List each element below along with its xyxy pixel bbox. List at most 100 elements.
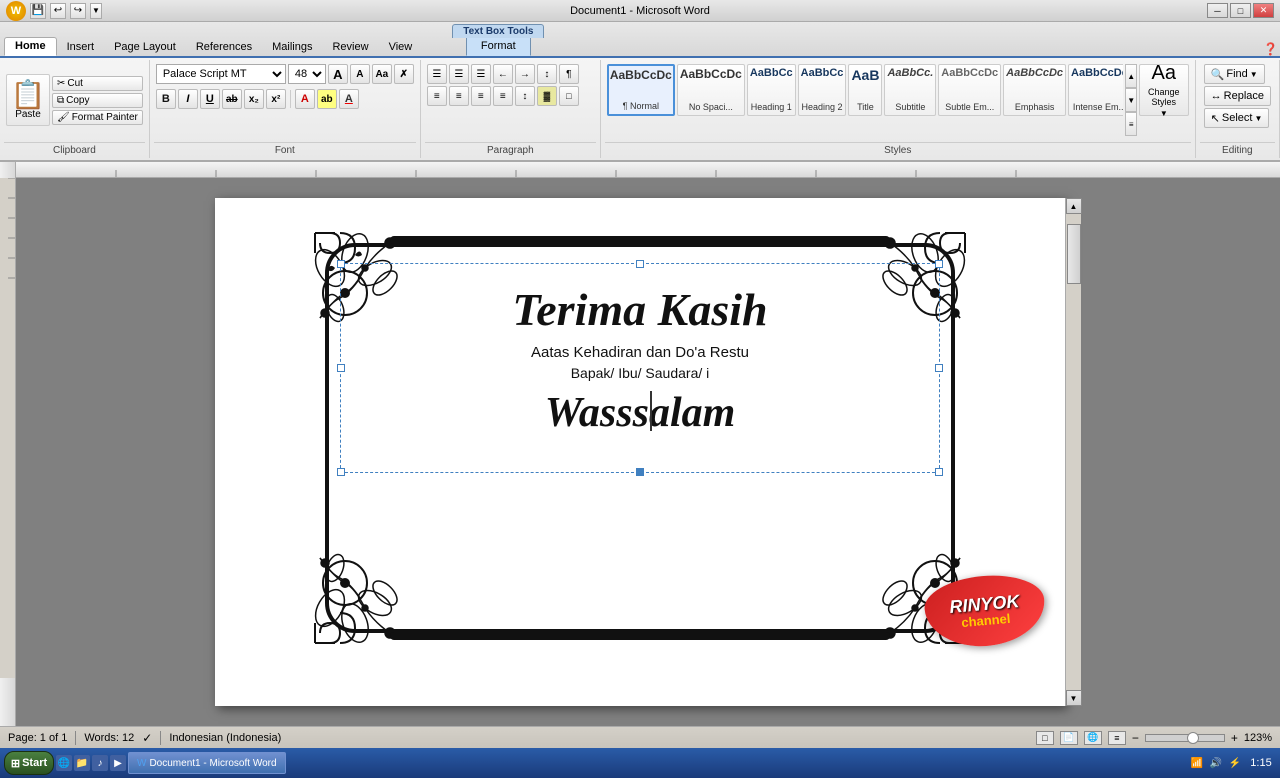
change-styles-button[interactable]: Aa Change Styles ▼ <box>1139 64 1189 116</box>
font-shrink-button[interactable]: A <box>350 64 370 84</box>
minimize-button[interactable]: ─ <box>1207 3 1228 18</box>
font-case-button[interactable]: Aa <box>372 64 392 84</box>
tray-icon1[interactable]: 📶 <box>1189 755 1205 771</box>
tab-insert[interactable]: Insert <box>57 39 105 56</box>
style-heading1-preview: AaBbCc <box>750 67 793 79</box>
start-button[interactable]: ⊞ Start <box>4 751 54 775</box>
taskbar: ⊞ Start 🌐 📁 ♪ ▶ W Document1 - Microsoft … <box>0 748 1280 778</box>
font-row1: Palace Script MT 48 A A Aa ✗ <box>156 64 414 84</box>
scroll-up-button[interactable]: ▲ <box>1066 198 1082 214</box>
language-info: Indonesian (Indonesia) <box>169 732 281 744</box>
spell-check-icon[interactable]: ✓ <box>142 731 152 745</box>
justify-button[interactable]: ≡ <box>493 86 513 106</box>
view-print-button[interactable]: 📄 <box>1060 731 1078 745</box>
copy-icon: ⧉ <box>57 95 64 106</box>
increase-indent-button[interactable]: → <box>515 64 535 84</box>
styles-up-button[interactable]: ▲ <box>1125 64 1137 88</box>
superscript-button[interactable]: x² <box>266 89 286 109</box>
taskbar-time: 1:15 <box>1246 757 1276 769</box>
format-painter-button[interactable]: 🖌 Format Painter <box>52 110 143 125</box>
numbering-button[interactable]: ☰ <box>449 64 469 84</box>
italic-button[interactable]: I <box>178 89 198 109</box>
tab-format[interactable]: Format <box>466 38 531 56</box>
bullets-button[interactable]: ☰ <box>427 64 447 84</box>
line-spacing-button[interactable]: ↕ <box>515 86 535 106</box>
select-button[interactable]: ↖ Select ▼ <box>1204 108 1270 128</box>
font-color2-button[interactable]: A <box>339 89 359 109</box>
zoom-in-button[interactable]: + <box>1231 731 1238 745</box>
style-subtleem[interactable]: AaBbCcDc Subtle Em... <box>938 64 1001 116</box>
taskbar-word-item[interactable]: W Document1 - Microsoft Word <box>128 752 286 774</box>
zoom-slider[interactable] <box>1145 734 1225 742</box>
styles-down-button[interactable]: ▼ <box>1125 88 1137 112</box>
show-marks-button[interactable]: ¶ <box>559 64 579 84</box>
taskbar-music-icon[interactable]: ♪ <box>92 755 108 771</box>
scroll-thumb[interactable] <box>1067 224 1081 284</box>
subscript-button[interactable]: x₂ <box>244 89 264 109</box>
strikethrough-button[interactable]: ab <box>222 89 242 109</box>
scroll-down-button[interactable]: ▼ <box>1066 690 1082 706</box>
tab-home[interactable]: Home <box>4 37 57 56</box>
taskbar-ie-icon[interactable]: 🌐 <box>56 755 72 771</box>
font-grow-button[interactable]: A <box>328 64 348 84</box>
align-right-button[interactable]: ≡ <box>471 86 491 106</box>
style-heading1[interactable]: AaBbCc Heading 1 <box>747 64 796 116</box>
style-normal[interactable]: AaBbCcDc ¶ Normal <box>607 64 675 116</box>
tray-icon3[interactable]: ⚡ <box>1227 755 1243 771</box>
document-scroll[interactable]: Terima Kasih Aatas Kehadiran dan Do'a Re… <box>16 178 1280 726</box>
style-title[interactable]: AaB Title <box>848 64 882 116</box>
bold-button[interactable]: B <box>156 89 176 109</box>
highlight-button[interactable]: ab <box>317 89 337 109</box>
decrease-indent-button[interactable]: ← <box>493 64 513 84</box>
view-normal-button[interactable]: □ <box>1036 731 1054 745</box>
style-nospacing[interactable]: AaBbCcDc No Spaci... <box>677 64 745 116</box>
format-painter-label: Format Painter <box>72 112 138 123</box>
align-center-button[interactable]: ≡ <box>449 86 469 106</box>
sort-button[interactable]: ↕ <box>537 64 557 84</box>
close-button[interactable]: ✕ <box>1253 3 1274 18</box>
styles-more-button[interactable]: ≡ <box>1125 112 1137 136</box>
underline-button[interactable]: U <box>200 89 220 109</box>
taskbar-media-icon[interactable]: ▶ <box>110 755 126 771</box>
tab-pagelayout[interactable]: Page Layout <box>104 39 186 56</box>
style-emphasis[interactable]: AaBbCcDc Emphasis <box>1003 64 1066 116</box>
style-heading2[interactable]: AaBbCc Heading 2 <box>798 64 847 116</box>
style-intenseem[interactable]: AaBbCcDc Intense Em... <box>1068 64 1123 116</box>
quick-access-redo[interactable]: ↪ <box>70 3 86 19</box>
quick-access-dropdown[interactable]: ▼ <box>90 3 102 19</box>
tray-icon2[interactable]: 🔊 <box>1208 755 1224 771</box>
font-size-select[interactable]: 48 <box>288 64 326 84</box>
ribbon-help[interactable]: ❓ <box>1263 42 1278 56</box>
view-web-button[interactable]: 🌐 <box>1084 731 1102 745</box>
cut-button[interactable]: ✂ Cut <box>52 76 143 91</box>
borders-button[interactable]: □ <box>559 86 579 106</box>
style-heading2-label: Heading 2 <box>802 103 843 113</box>
multilevel-button[interactable]: ☰ <box>471 64 491 84</box>
scroll-track[interactable] <box>1066 214 1081 690</box>
view-outline-button[interactable]: ≡ <box>1108 731 1126 745</box>
tab-mailings[interactable]: Mailings <box>262 39 322 56</box>
style-heading2-preview: AaBbCc <box>801 67 844 79</box>
shading-button[interactable]: ▓ <box>537 86 557 106</box>
tab-review[interactable]: Review <box>322 39 378 56</box>
font-color-button[interactable]: A <box>295 89 315 109</box>
font-clear-button[interactable]: ✗ <box>394 64 414 84</box>
style-subtitle[interactable]: AaBbCc. Subtitle <box>884 64 936 116</box>
maximize-button[interactable]: □ <box>1230 3 1251 18</box>
copy-button[interactable]: ⧉ Copy <box>52 93 143 108</box>
quick-access-save[interactable]: 💾 <box>30 3 46 19</box>
replace-button[interactable]: ↔ Replace <box>1204 86 1271 106</box>
zoom-slider-thumb[interactable] <box>1187 732 1199 744</box>
font-name-select[interactable]: Palace Script MT <box>156 64 286 84</box>
closing-text: Wasssalam <box>545 389 736 437</box>
select-icon: ↖ <box>1211 112 1220 125</box>
tab-view[interactable]: View <box>379 39 423 56</box>
word-count: Words: 12 <box>84 732 134 744</box>
tab-references[interactable]: References <box>186 39 262 56</box>
taskbar-folder-icon[interactable]: 📁 <box>74 755 90 771</box>
quick-access-undo[interactable]: ↩ <box>50 3 66 19</box>
paste-button[interactable]: 📋 Paste <box>6 74 50 126</box>
find-button[interactable]: 🔍 Find ▼ <box>1204 64 1265 84</box>
align-left-button[interactable]: ≡ <box>427 86 447 106</box>
zoom-out-button[interactable]: − <box>1132 731 1139 745</box>
